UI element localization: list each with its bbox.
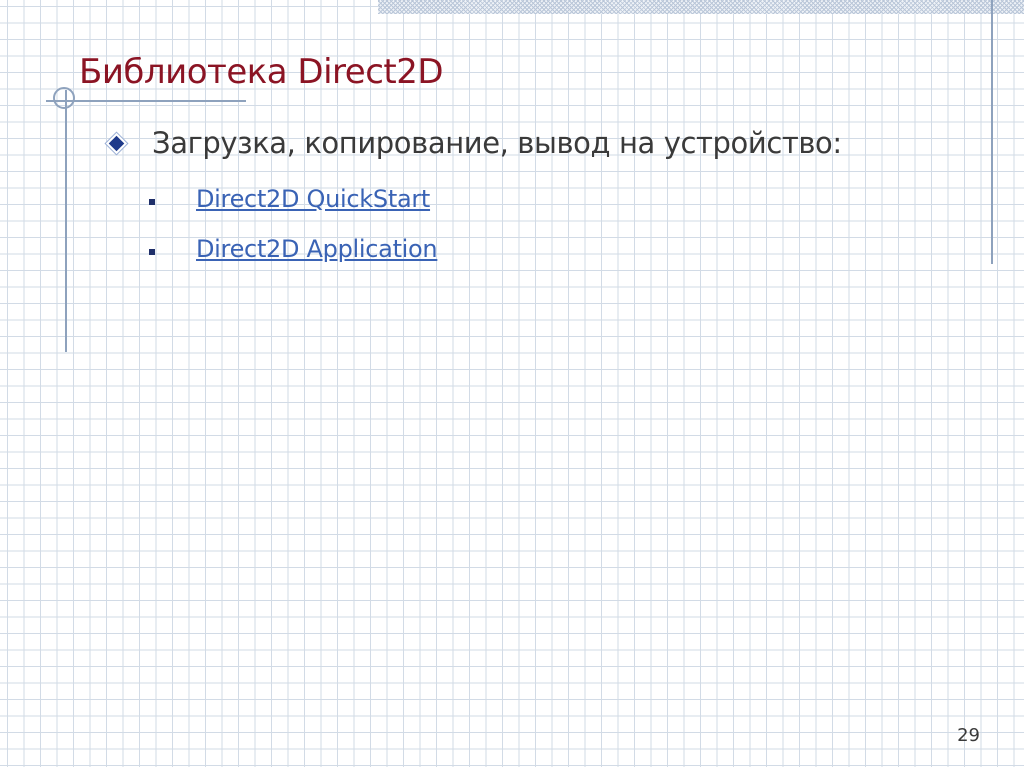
sub-bullet-item-quickstart: Direct2D QuickStart	[149, 185, 430, 213]
title-circle-ornament	[53, 87, 75, 109]
square-bullet-icon	[149, 199, 155, 205]
page-number: 29	[957, 725, 980, 746]
square-bullet-icon	[149, 249, 155, 255]
bullet-text: Загрузка, копирование, вывод на устройст…	[152, 126, 842, 160]
decorative-right-rule	[991, 0, 993, 264]
title-underline-rule	[46, 100, 246, 102]
slide-title: Библиотека Direct2D	[79, 52, 444, 92]
sub-bullet-item-application: Direct2D Application	[149, 235, 438, 263]
decorative-left-rule	[65, 90, 67, 352]
link-direct2d-quickstart[interactable]: Direct2D QuickStart	[196, 185, 430, 213]
diamond-bullet-icon	[108, 135, 125, 151]
decorative-top-band	[378, 0, 1024, 14]
bullet-item: Загрузка, копирование, вывод на устройст…	[107, 126, 842, 160]
link-direct2d-application[interactable]: Direct2D Application	[196, 235, 438, 263]
